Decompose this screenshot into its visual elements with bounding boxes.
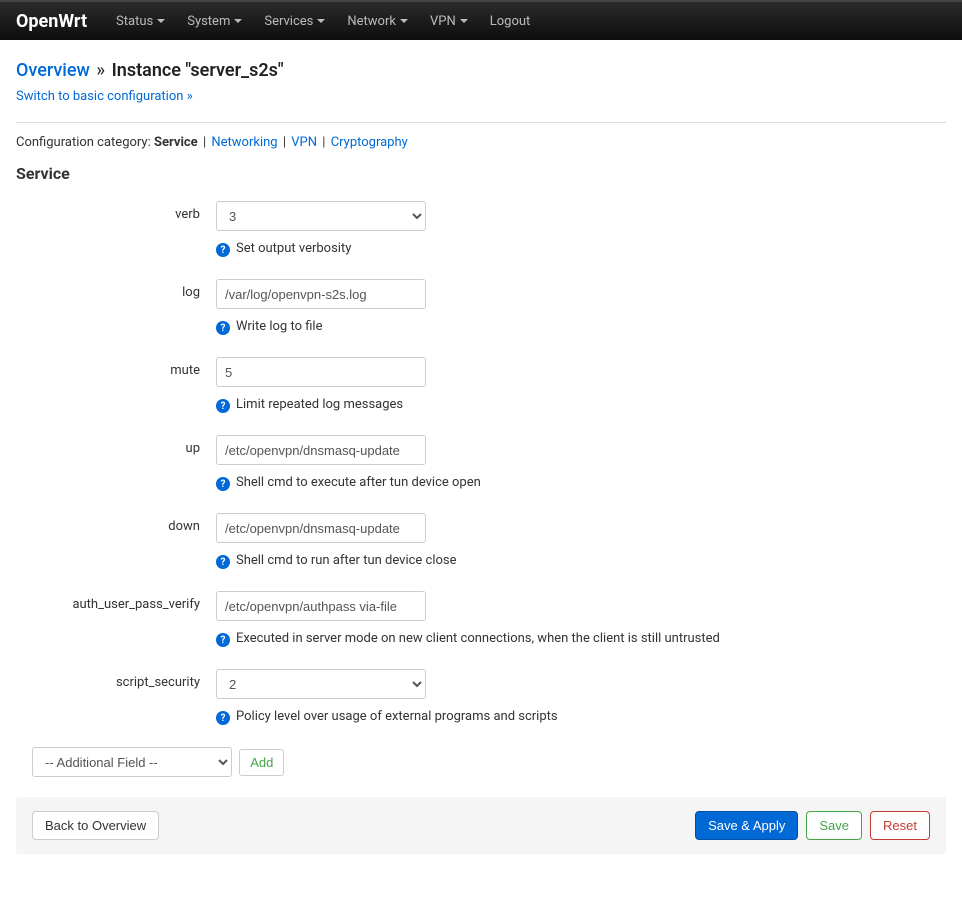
breadcrumb: Overview » Instance "server_s2s" [16,60,946,81]
nav-network-label: Network [347,14,396,29]
help-row: ? Shell cmd to run after tun device clos… [16,553,946,569]
section-title: Service [16,164,946,183]
field-label: script_security [16,669,216,690]
field-row-script-security: script_security 2 [16,669,946,699]
config-nav-vpn[interactable]: VPN [291,135,317,150]
brand[interactable]: OpenWrt [16,11,87,32]
mute-input[interactable] [216,357,426,387]
actions-right: Save & Apply Save Reset [695,811,930,840]
up-input[interactable] [216,435,426,465]
nav-services[interactable]: Services [253,1,336,41]
field-label: verb [16,201,216,222]
caret-icon [234,19,242,23]
config-nav-cryptography[interactable]: Cryptography [331,135,408,150]
save-apply-button[interactable]: Save & Apply [695,811,798,840]
help-icon: ? [216,555,230,569]
breadcrumb-instance: Instance "server_s2s" [112,60,284,81]
additional-field-row: -- Additional Field -- Add [16,747,946,777]
help-row: ? Shell cmd to execute after tun device … [16,475,946,491]
help-text: Policy level over usage of external prog… [236,709,558,725]
log-input[interactable] [216,279,426,309]
field-label: auth_user_pass_verify [16,591,216,612]
config-nav-sep: | [203,135,206,150]
save-button[interactable]: Save [806,811,862,840]
nav-vpn-label: VPN [430,14,456,29]
help-text: Shell cmd to run after tun device close [236,553,457,569]
field-label: down [16,513,216,534]
help-icon: ? [216,477,230,491]
help-text: Set output verbosity [236,241,351,257]
nav-system-label: System [187,14,230,29]
config-nav-active: Service [154,135,198,150]
help-text: Limit repeated log messages [236,397,403,413]
field-label: log [16,279,216,300]
nav-status-label: Status [116,14,153,29]
help-row: ? Limit repeated log messages [16,397,946,413]
auth-user-pass-verify-input[interactable] [216,591,426,621]
help-row: ? Set output verbosity [16,241,946,257]
verb-select[interactable]: 3 [216,201,426,231]
help-row: ? Policy level over usage of external pr… [16,709,946,725]
help-text: Write log to file [236,319,322,335]
caret-icon [400,19,408,23]
help-text: Executed in server mode on new client co… [236,631,720,647]
nav-status[interactable]: Status [105,1,176,41]
add-button[interactable]: Add [239,749,284,776]
main-container: Overview » Instance "server_s2s" Switch … [0,40,962,870]
config-nav-networking[interactable]: Networking [211,135,277,150]
field-row-verb: verb 3 [16,201,946,231]
navbar: OpenWrt Status System Services Network V… [0,0,962,40]
reset-button[interactable]: Reset [870,811,930,840]
nav-services-label: Services [264,14,313,29]
caret-icon [157,19,165,23]
nav-logout-label: Logout [490,14,531,29]
nav-network[interactable]: Network [336,1,419,41]
field-row-down: down [16,513,946,543]
down-input[interactable] [216,513,426,543]
help-icon: ? [216,321,230,335]
back-button[interactable]: Back to Overview [32,811,159,840]
script-security-select[interactable]: 2 [216,669,426,699]
caret-icon [460,19,468,23]
field-row-mute: mute [16,357,946,387]
breadcrumb-overview[interactable]: Overview [16,60,90,81]
actions-bar: Back to Overview Save & Apply Save Reset [16,797,946,854]
additional-field-select[interactable]: -- Additional Field -- [32,747,232,777]
field-row-up: up [16,435,946,465]
nav-system[interactable]: System [176,1,253,41]
help-icon: ? [216,633,230,647]
config-nav-sep: | [322,135,325,150]
config-nav: Configuration category: Service | Networ… [16,122,946,150]
help-text: Shell cmd to execute after tun device op… [236,475,481,491]
help-row: ? Write log to file [16,319,946,335]
breadcrumb-sep: » [96,60,105,81]
help-row: ? Executed in server mode on new client … [16,631,946,647]
nav-logout[interactable]: Logout [479,1,542,41]
nav-vpn[interactable]: VPN [419,1,479,41]
help-icon: ? [216,399,230,413]
field-row-log: log [16,279,946,309]
field-row-auth-user-pass-verify: auth_user_pass_verify [16,591,946,621]
help-icon: ? [216,243,230,257]
field-label: up [16,435,216,456]
config-nav-sep: | [283,135,286,150]
field-label: mute [16,357,216,378]
switch-link[interactable]: Switch to basic configuration » [16,89,193,104]
help-icon: ? [216,711,230,725]
caret-icon [317,19,325,23]
config-nav-label: Configuration category: [16,135,151,150]
